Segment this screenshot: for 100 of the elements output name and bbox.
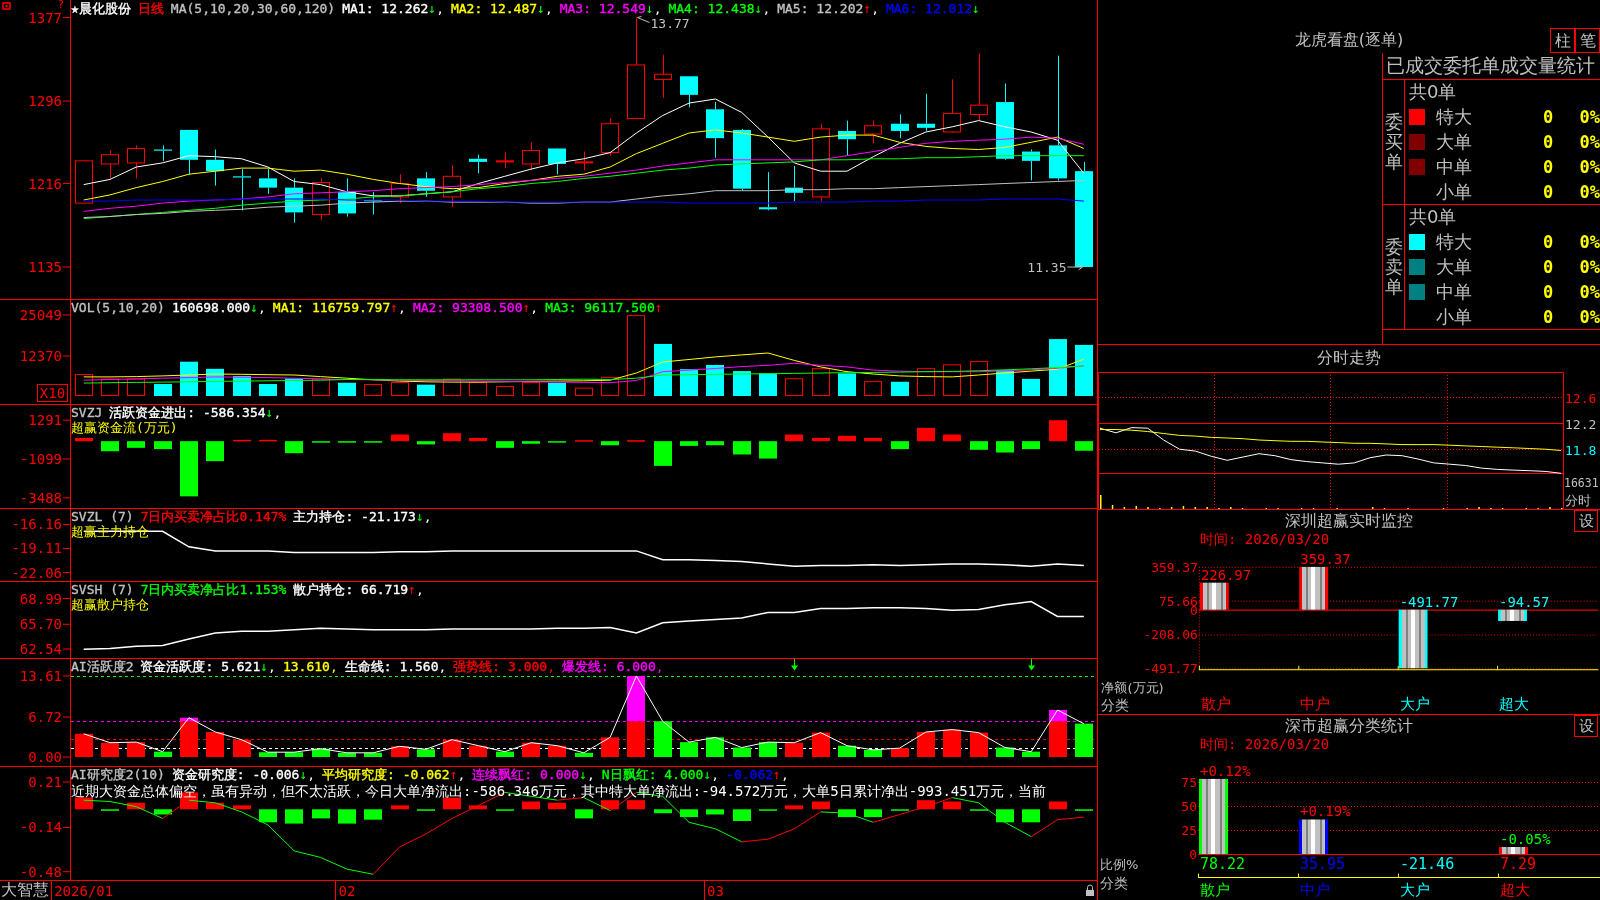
activity-bar xyxy=(1075,723,1093,757)
category-label: 大户 xyxy=(1400,881,1430,899)
candle xyxy=(391,173,409,204)
volume-bar xyxy=(75,374,93,396)
legend-label: 连续飘红: 0.000 xyxy=(472,767,580,782)
flow-bar xyxy=(443,433,461,442)
activity-bar xyxy=(1022,751,1040,757)
value-label: 7.29 xyxy=(1500,855,1537,873)
legend-label: MA3: 12.549 xyxy=(559,1,646,16)
candle xyxy=(75,160,93,204)
view-toggle-button[interactable]: 柱 xyxy=(1550,28,1575,53)
settings-button[interactable]: 设 xyxy=(1574,715,1598,737)
candle xyxy=(469,154,487,174)
volume-bar xyxy=(443,378,461,396)
research-bar xyxy=(391,805,409,810)
legend-label: MA6: 12.012 xyxy=(885,1,973,16)
legend-label: 资金活跃度: 5.621 xyxy=(140,659,261,674)
value-label: 35.95 xyxy=(1300,855,1346,873)
activity-bar xyxy=(601,737,619,757)
trend-arrow: ↓ xyxy=(645,1,654,16)
research-bar xyxy=(75,797,93,810)
research-bar xyxy=(206,802,224,810)
group-total: 共0单 xyxy=(1409,205,1457,230)
candle xyxy=(601,118,619,157)
axis-label: -208.06 xyxy=(1143,627,1198,643)
flow-bar xyxy=(733,441,751,455)
activity-bar xyxy=(391,746,409,757)
category-label: 中户 xyxy=(1300,881,1330,899)
axis-label: 0 xyxy=(1189,847,1197,862)
legend-label: 平均研究度: -0.062 xyxy=(322,767,450,782)
trend-arrow: ↑ xyxy=(390,300,399,315)
order-share: 0% xyxy=(1579,257,1600,277)
date-label: 03 xyxy=(706,883,724,899)
legend-label: MA2: 12.487 xyxy=(450,1,538,16)
chart-bar xyxy=(1299,819,1328,854)
research-bar xyxy=(364,809,382,820)
volume-bar xyxy=(469,382,487,396)
legend-separator: , xyxy=(587,767,595,782)
flow-bar xyxy=(391,434,409,442)
legend-label: SVZJ xyxy=(71,405,103,420)
volume-bar xyxy=(917,368,935,396)
activity-bar xyxy=(575,752,593,757)
candle xyxy=(759,171,777,211)
flow-bar xyxy=(285,441,303,454)
activity-bar xyxy=(496,751,514,757)
order-size-label: 中单 xyxy=(1435,154,1472,179)
low-price-label: 11.35 xyxy=(1027,260,1083,276)
axis-label: 25049 xyxy=(19,307,62,323)
candle xyxy=(417,171,435,198)
legend-label: ★晨化股份 xyxy=(71,1,131,16)
activity-bar xyxy=(785,742,803,757)
legend-separator: , xyxy=(307,767,316,782)
trend-arrow: ↓ xyxy=(415,509,424,524)
axis-label: 359.37 xyxy=(1151,559,1198,575)
axis-label: 1291 xyxy=(28,412,62,429)
volume-bar xyxy=(312,378,330,396)
legend-separator: , xyxy=(273,405,282,420)
candle xyxy=(680,76,698,108)
chart-bar xyxy=(1299,566,1329,610)
research-bar xyxy=(154,809,172,815)
legend-separator: , xyxy=(423,509,432,524)
activity-bar xyxy=(812,732,830,757)
view-toggle-button[interactable]: 笔 xyxy=(1575,28,1600,53)
volume-bar xyxy=(654,343,672,396)
flow-bar xyxy=(812,437,830,442)
research-bar xyxy=(996,809,1014,823)
pane-subtitle: 超赢资金流(万元) xyxy=(71,420,178,435)
activity-bar xyxy=(154,751,172,757)
order-size-label: 小单 xyxy=(1435,304,1472,329)
legend-label: MA4: 12.438 xyxy=(668,1,755,16)
flow-bar xyxy=(101,441,119,452)
research-bar xyxy=(838,809,856,818)
axis-label: 0.21 xyxy=(28,774,62,790)
research-bar xyxy=(812,801,830,810)
flow-bar xyxy=(127,441,145,448)
panel-title: 深市超赢分类统计 xyxy=(1285,715,1413,737)
research-bar xyxy=(601,800,619,810)
axis-title: 分类 xyxy=(1101,697,1130,713)
trend-arrow: ↓ xyxy=(260,659,269,674)
order-share: 0% xyxy=(1579,281,1600,302)
flow-bar xyxy=(680,441,698,446)
percent-label: +0.19% xyxy=(1300,803,1351,820)
volume-bar xyxy=(891,381,909,396)
axis-label: 50 xyxy=(1181,799,1197,814)
timestamp: 时间: 2026/03/20 xyxy=(1200,735,1330,754)
flow-bar xyxy=(75,437,93,442)
activity-bar xyxy=(469,745,487,757)
activity-bar xyxy=(706,737,724,757)
flow-bar xyxy=(417,441,435,445)
help-button[interactable]: ? xyxy=(58,0,64,11)
flow-bar xyxy=(759,441,777,459)
percent-label: +0.12% xyxy=(1200,762,1251,779)
settings-button[interactable]: 设 xyxy=(1574,510,1598,532)
legend-separator: , xyxy=(711,767,720,782)
activity-bar xyxy=(259,752,277,757)
volume-bar xyxy=(943,364,961,396)
legend-label: 13.610 xyxy=(282,659,330,674)
research-bar xyxy=(654,809,672,814)
trend-arrow: ↓ xyxy=(250,300,259,315)
candle xyxy=(733,128,751,192)
